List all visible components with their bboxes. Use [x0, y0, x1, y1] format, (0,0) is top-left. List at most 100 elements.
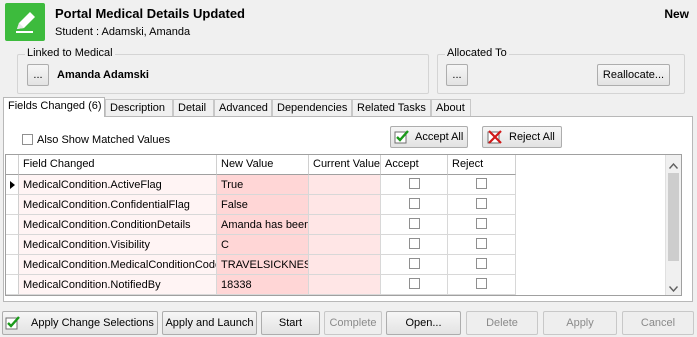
current-value-cell [309, 255, 381, 275]
apply-check-icon [5, 316, 21, 330]
allocated-group-title: Allocated To [445, 47, 509, 59]
field-name-cell: MedicalCondition.ActiveFlag [19, 175, 217, 195]
accept-all-label: Accept All [415, 131, 464, 143]
reject-checkbox[interactable] [476, 278, 487, 289]
reject-cell [448, 195, 516, 215]
row-selector[interactable] [6, 195, 19, 215]
accept-all-button[interactable]: Accept All [390, 126, 468, 148]
current-value-cell [309, 175, 381, 195]
accept-cell [381, 215, 448, 235]
show-matched-checkbox[interactable] [22, 134, 33, 145]
accept-cell [381, 175, 448, 195]
table-row[interactable]: MedicalCondition.ConditionDetails Amanda… [6, 215, 516, 235]
accept-checkbox[interactable] [408, 198, 420, 209]
field-name-cell: MedicalCondition.NotifiedBy [19, 275, 217, 295]
linked-medical-group-title: Linked to Medical [25, 47, 115, 59]
reject-checkbox[interactable] [476, 198, 487, 209]
accept-cell [381, 235, 448, 255]
reject-cell [448, 275, 516, 295]
show-matched-label: Also Show Matched Values [37, 134, 171, 146]
tab-dependencies[interactable]: Dependencies [272, 99, 352, 116]
new-value-cell[interactable]: True [217, 175, 309, 195]
accept-cell [381, 255, 448, 275]
complete-button[interactable]: Complete [324, 311, 382, 335]
linked-medical-name: Amanda Adamski [57, 69, 149, 81]
accept-checkbox[interactable] [408, 218, 420, 229]
start-button[interactable]: Start [261, 311, 320, 335]
table-row[interactable]: MedicalCondition.ConfidentialFlag False [6, 195, 516, 215]
tab-fields-changed[interactable]: Fields Changed (6) [3, 97, 105, 117]
apply-change-selections-button[interactable]: Apply Change Selections [2, 311, 158, 335]
current-value-cell [309, 215, 381, 235]
column-header-accept[interactable]: Accept [381, 155, 448, 175]
tab-related-tasks[interactable]: Related Tasks [352, 99, 431, 116]
scroll-down-arrow-icon[interactable] [668, 283, 679, 295]
new-value-cell[interactable]: C [217, 235, 309, 255]
accept-checkbox[interactable] [408, 258, 420, 269]
column-header-field-changed[interactable]: Field Changed [19, 155, 217, 175]
tab-about[interactable]: About [431, 99, 471, 116]
reject-cell [448, 255, 516, 275]
reallocate-button[interactable]: Reallocate... [597, 64, 670, 86]
current-value-cell [309, 235, 381, 255]
table-row[interactable]: MedicalCondition.ActiveFlag True [6, 175, 516, 195]
field-name-cell: MedicalCondition.ConditionDetails [19, 215, 217, 235]
current-row-indicator-icon [6, 175, 19, 195]
task-pencil-icon [5, 3, 45, 41]
new-value-cell[interactable]: False [217, 195, 309, 215]
grid-vertical-scrollbar[interactable] [665, 155, 681, 295]
apply-change-selections-label: Apply Change Selections [31, 317, 154, 329]
accept-checkbox[interactable] [408, 178, 420, 189]
current-value-cell [309, 275, 381, 295]
reject-checkbox[interactable] [476, 178, 487, 189]
scrollbar-thumb[interactable] [668, 173, 679, 261]
field-name-cell: MedicalCondition.MedicalConditionCode [19, 255, 217, 275]
status-label: New [664, 7, 689, 21]
reject-cell [448, 175, 516, 195]
fields-changed-grid: Field Changed New Value Current Value Ac… [5, 154, 682, 296]
task-title: Portal Medical Details Updated [55, 6, 245, 21]
reject-cell [448, 215, 516, 235]
reject-x-icon [487, 130, 503, 144]
tab-detail[interactable]: Detail [173, 99, 214, 116]
tab-description[interactable]: Description [105, 99, 173, 116]
grid-header-corner [6, 155, 19, 175]
delete-button[interactable]: Delete [466, 311, 538, 335]
reject-checkbox[interactable] [476, 238, 487, 249]
tab-advanced[interactable]: Advanced [214, 99, 272, 116]
column-header-reject[interactable]: Reject [448, 155, 516, 175]
row-selector[interactable] [6, 275, 19, 295]
row-selector[interactable] [6, 215, 19, 235]
new-value-cell[interactable]: 18338 [217, 275, 309, 295]
cancel-button[interactable]: Cancel [622, 311, 694, 335]
column-header-current-value[interactable]: Current Value [309, 155, 381, 175]
row-selector[interactable] [6, 235, 19, 255]
table-row[interactable]: MedicalCondition.Visibility C [6, 235, 516, 255]
reject-all-button[interactable]: Reject All [482, 126, 562, 148]
apply-and-launch-button[interactable]: Apply and Launch [162, 311, 257, 335]
new-value-cell[interactable]: Amanda has been [217, 215, 309, 235]
accept-cell [381, 275, 448, 295]
reject-checkbox[interactable] [476, 218, 487, 229]
linked-browse-button[interactable]: ... [27, 64, 49, 86]
accept-check-icon [394, 130, 410, 144]
current-value-cell [309, 195, 381, 215]
reject-cell [448, 235, 516, 255]
column-header-new-value[interactable]: New Value [217, 155, 309, 175]
accept-checkbox[interactable] [408, 238, 420, 249]
allocated-browse-button[interactable]: ... [446, 64, 468, 86]
apply-button[interactable]: Apply [543, 311, 617, 335]
table-row[interactable]: MedicalCondition.MedicalConditionCode TR… [6, 255, 516, 275]
reject-checkbox[interactable] [476, 258, 487, 269]
table-row[interactable]: MedicalCondition.NotifiedBy 18338 [6, 275, 516, 295]
field-name-cell: MedicalCondition.ConfidentialFlag [19, 195, 217, 215]
accept-checkbox[interactable] [408, 278, 420, 289]
student-label: Student : Adamski, Amanda [55, 26, 191, 38]
reject-all-label: Reject All [509, 131, 555, 143]
field-name-cell: MedicalCondition.Visibility [19, 235, 217, 255]
new-value-cell[interactable]: TRAVELSICKNESS [217, 255, 309, 275]
open-button[interactable]: Open... [386, 311, 461, 335]
scroll-up-arrow-icon[interactable] [668, 160, 679, 172]
row-selector[interactable] [6, 255, 19, 275]
accept-cell [381, 195, 448, 215]
